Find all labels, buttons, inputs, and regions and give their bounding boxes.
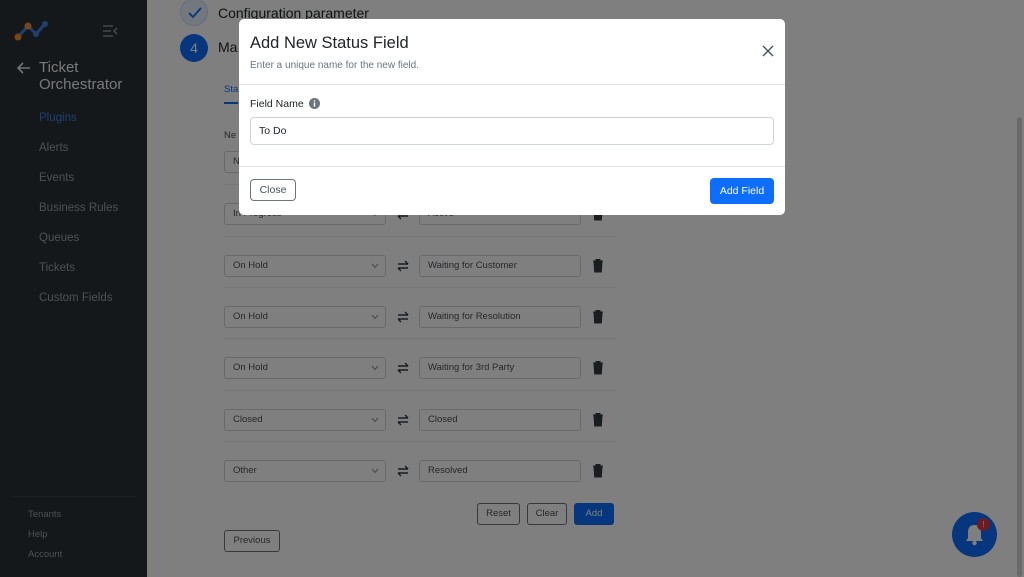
add-field-button[interactable]: Add Field: [710, 178, 774, 204]
add-status-field-modal: Add New Status Field Enter a unique name…: [239, 19, 785, 215]
field-name-label: Field Name: [250, 98, 304, 110]
modal-header-divider: [239, 84, 785, 85]
modal-footer-divider: [239, 166, 785, 167]
info-icon[interactable]: [309, 98, 320, 109]
modal-subtitle: Enter a unique name for the new field.: [250, 60, 419, 71]
page-scrollbar-thumb[interactable]: [1017, 117, 1022, 577]
close-icon[interactable]: [762, 45, 774, 57]
modal-title: Add New Status Field: [250, 34, 409, 52]
close-button[interactable]: Close: [250, 179, 296, 201]
field-name-input[interactable]: To Do: [250, 117, 774, 145]
